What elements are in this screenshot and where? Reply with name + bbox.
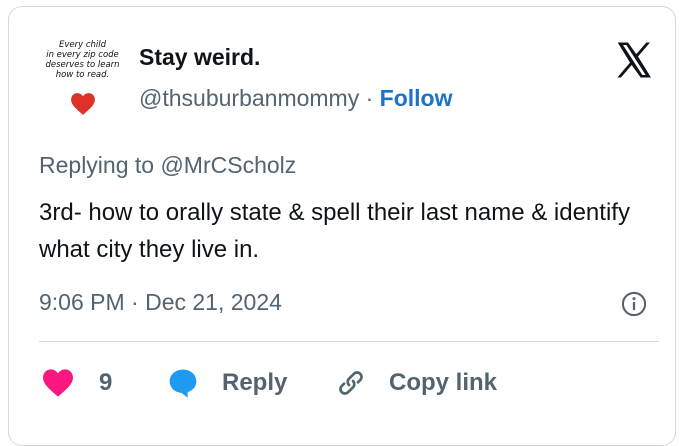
heart-icon [43, 369, 73, 397]
avatar-text: Every child in every zip code deserves t… [45, 40, 120, 80]
reply-bubble-icon [169, 369, 197, 398]
copy-link-button[interactable]: Copy link [335, 365, 497, 401]
replying-to[interactable]: Replying to @MrCScholz [39, 152, 296, 179]
info-icon[interactable] [620, 290, 648, 318]
handle-line: @thsuburbanmommy · Follow [139, 85, 453, 112]
like-button[interactable]: 9 [41, 365, 112, 401]
reply-label: Reply [222, 369, 288, 396]
link-icon [339, 371, 363, 395]
copy-link-label: Copy link [389, 369, 498, 396]
x-logo-icon[interactable] [613, 40, 655, 80]
reply-button[interactable]: Reply [166, 365, 287, 401]
tweet-text: 3rd- how to orally state & spell their l… [39, 199, 630, 263]
like-count: 9 [99, 369, 113, 396]
follow-button[interactable]: Follow [380, 85, 453, 111]
divider [39, 341, 659, 342]
avatar[interactable]: Every child in every zip code deserves t… [34, 30, 131, 127]
separator-dot: · [365, 85, 374, 111]
tweet-card: Every child in every zip code deserves t… [8, 6, 676, 446]
timestamp[interactable]: 9:06 PM · Dec 21, 2024 [39, 289, 282, 316]
display-name[interactable]: Stay weird. [139, 44, 260, 71]
avatar-heart-icon [71, 93, 95, 115]
user-handle[interactable]: @thsuburbanmommy [139, 85, 359, 111]
